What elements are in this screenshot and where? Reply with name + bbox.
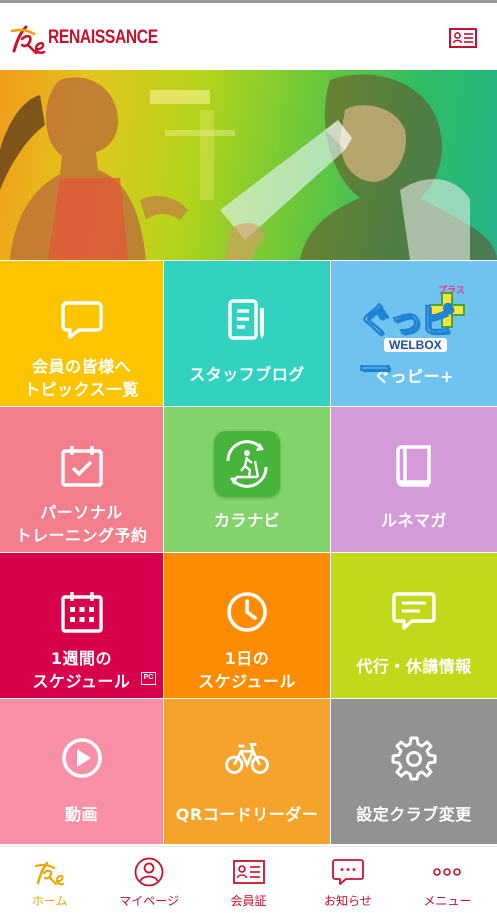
calendar-check-icon — [60, 446, 103, 487]
member-card-icon — [232, 860, 265, 884]
nav-label: マイページ — [119, 894, 179, 908]
tile-label: パーソナル トレーニング予約 — [15, 503, 148, 545]
tile-karanavi[interactable]: カラナビ — [164, 407, 330, 552]
tile-daily-schedule[interactable]: 1日の スケジュール — [164, 553, 330, 698]
nav-menu[interactable]: メニュー — [398, 847, 497, 913]
tile-label: スタッフブログ — [189, 365, 305, 384]
tile-topics[interactable]: 会員の皆様へ トピックス一覧 — [0, 261, 163, 406]
brand-name: RENAISSANCE — [48, 27, 158, 48]
tile-label: 動画 — [64, 805, 98, 824]
tile-label: 1日の スケジュール — [198, 649, 296, 691]
tile-label: ルネマガ — [380, 511, 447, 530]
tile-weekly-schedule[interactable]: 1週間の スケジュール PC — [0, 553, 163, 698]
tile-cancellation-info[interactable]: 代行・休講情報 — [331, 553, 497, 698]
person-icon — [134, 857, 164, 887]
pc-badge: PC — [141, 672, 156, 685]
tile-runemaga[interactable]: ルネマガ — [331, 407, 497, 552]
nav-label: 会員証 — [230, 894, 267, 908]
nav-mypage[interactable]: マイページ — [99, 847, 198, 913]
nav-notifications[interactable]: お知らせ — [298, 847, 397, 913]
home-logo-icon — [34, 861, 64, 886]
nav-member-card[interactable]: 会員証 — [199, 847, 298, 913]
speech-bubble-icon — [60, 301, 103, 339]
app-header: RENAISSANCE — [0, 0, 497, 70]
tile-guppy-plus[interactable]: ぐっピー プラス WELBOX ぐっピー+ — [331, 261, 497, 406]
welbox-logo: ぐっピー プラス WELBOX — [354, 285, 474, 391]
hero-banner — [0, 70, 497, 260]
tile-label: カラナビ — [213, 511, 280, 530]
clock-icon — [227, 592, 267, 632]
menu-tile-grid: 会員の皆様へ トピックス一覧 スタッフブログ ぐっピー プラス WELBOX ぐ… — [0, 261, 497, 846]
document-pen-icon — [228, 299, 264, 340]
renaissance-logo-icon — [10, 25, 46, 55]
tile-qr-reader[interactable]: QRコードリーダー — [164, 699, 330, 844]
plus-logo-text: プラス — [438, 286, 465, 296]
tile-video[interactable]: 動画 — [0, 699, 163, 844]
tile-personal-training[interactable]: パーソナル トレーニング予約 — [0, 407, 163, 552]
hero-image — [0, 74, 497, 260]
bottom-nav: ホーム マイページ 会員証 お知らせ メニュー — [0, 846, 497, 913]
nav-label: ホーム — [31, 894, 68, 908]
gear-icon — [391, 736, 437, 781]
tile-label: 設定クラブ変更 — [356, 805, 472, 824]
tile-staff-blog[interactable]: スタッフブログ — [164, 261, 330, 406]
notification-bubble-icon — [332, 859, 364, 885]
calendar-grid-icon — [60, 592, 103, 633]
nav-home[interactable]: ホーム — [0, 847, 99, 913]
play-icon — [61, 738, 102, 778]
tile-label: 会員の皆様へ トピックス一覧 — [23, 357, 140, 399]
tile-club-settings[interactable]: 設定クラブ変更 — [331, 699, 497, 844]
tile-label: 代行・休講情報 — [356, 657, 472, 676]
bicycle-icon — [225, 743, 269, 774]
book-icon — [396, 445, 431, 487]
tile-label: QRコードリーダー — [175, 805, 319, 824]
treadmill-app-icon — [214, 431, 280, 497]
member-card-icon[interactable] — [449, 28, 477, 48]
nav-label: お知らせ — [324, 894, 372, 908]
tile-label: 1週間の スケジュール — [32, 649, 131, 691]
brand-logo[interactable]: RENAISSANCE — [10, 21, 182, 55]
nav-label: メニュー — [423, 894, 472, 908]
more-dots-icon — [433, 868, 462, 876]
message-icon — [392, 592, 436, 630]
welbox-logo-text: WELBOX — [384, 338, 447, 352]
